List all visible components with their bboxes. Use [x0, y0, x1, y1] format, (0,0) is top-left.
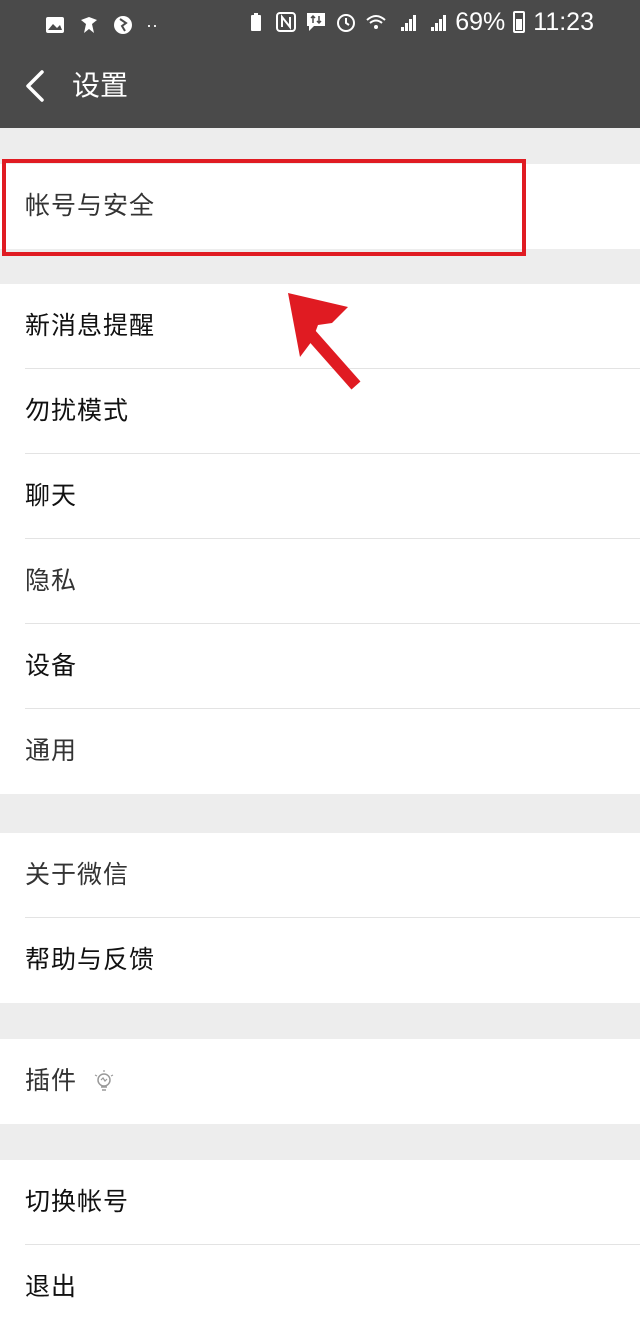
- status-left-icons: ··: [44, 8, 158, 42]
- status-right-icons: 69% 11:23: [245, 5, 594, 39]
- wifi-icon: [366, 15, 386, 29]
- settings-item-label: 勿扰模式: [25, 396, 130, 425]
- settings-item-chat[interactable]: 聊天: [25, 454, 640, 539]
- settings-item-help-feedback[interactable]: 帮助与反馈: [25, 918, 640, 1003]
- settings-item-switch-account[interactable]: 切换帐号: [25, 1160, 640, 1245]
- browser-icon: [114, 16, 132, 34]
- settings-group-plugins: 插件: [0, 1039, 640, 1124]
- message-icon: [307, 13, 326, 31]
- title-bar: 设置: [0, 44, 640, 128]
- status-bar: ·· 69% 11:23: [0, 0, 640, 44]
- settings-item-label: 帐号与安全: [25, 191, 156, 220]
- settings-item-label: 聊天: [25, 481, 78, 510]
- settings-item-label: 新消息提醒: [25, 311, 156, 340]
- settings-item-label: 帮助与反馈: [25, 945, 156, 974]
- settings-item-logout[interactable]: 退出: [25, 1245, 640, 1330]
- back-button[interactable]: [20, 64, 60, 108]
- settings-group-main: 新消息提醒 勿扰模式 聊天 隐私 设备 通用: [0, 284, 640, 794]
- settings-group-about: 关于微信 帮助与反馈: [0, 833, 640, 1003]
- battery-icon: [513, 11, 526, 33]
- page-title: 设置: [72, 69, 129, 102]
- chevron-left-icon: [26, 70, 44, 102]
- lightbulb-icon: [94, 1070, 114, 1091]
- settings-item-plugins[interactable]: 插件: [25, 1039, 640, 1124]
- gallery-icon: [46, 17, 64, 33]
- settings-group-session: 切换帐号 退出: [0, 1160, 640, 1330]
- status-time: 11:23: [533, 8, 594, 36]
- 4g-signal-icon: [401, 15, 417, 31]
- settings-item-label: 插件: [25, 1066, 78, 1095]
- settings-item-label: 通用: [25, 736, 78, 765]
- battery-percent: 69%: [455, 8, 506, 36]
- settings-item-do-not-disturb[interactable]: 勿扰模式: [25, 369, 640, 454]
- settings-item-label: 退出: [25, 1272, 78, 1301]
- settings-item-new-message[interactable]: 新消息提醒: [25, 284, 640, 369]
- settings-item-label: 关于微信: [25, 860, 130, 889]
- settings-group-account: 帐号与安全: [0, 164, 640, 249]
- alarm-icon: [337, 14, 356, 32]
- more-dots-icon: ··: [146, 15, 158, 35]
- settings-item-about-wechat[interactable]: 关于微信: [25, 833, 640, 918]
- settings-item-privacy[interactable]: 隐私: [25, 539, 640, 624]
- settings-item-label: 设备: [25, 651, 78, 680]
- settings-item-devices[interactable]: 设备: [25, 624, 640, 709]
- settings-item-label: 切换帐号: [25, 1187, 130, 1216]
- nfc-icon: [276, 12, 297, 32]
- 2g-signal-icon: [431, 15, 447, 31]
- app-icon: [81, 17, 97, 33]
- settings-item-account-security[interactable]: 帐号与安全: [25, 164, 640, 249]
- battery-saver-icon: [251, 13, 262, 31]
- settings-item-general[interactable]: 通用: [25, 709, 640, 794]
- settings-item-label: 隐私: [25, 566, 78, 595]
